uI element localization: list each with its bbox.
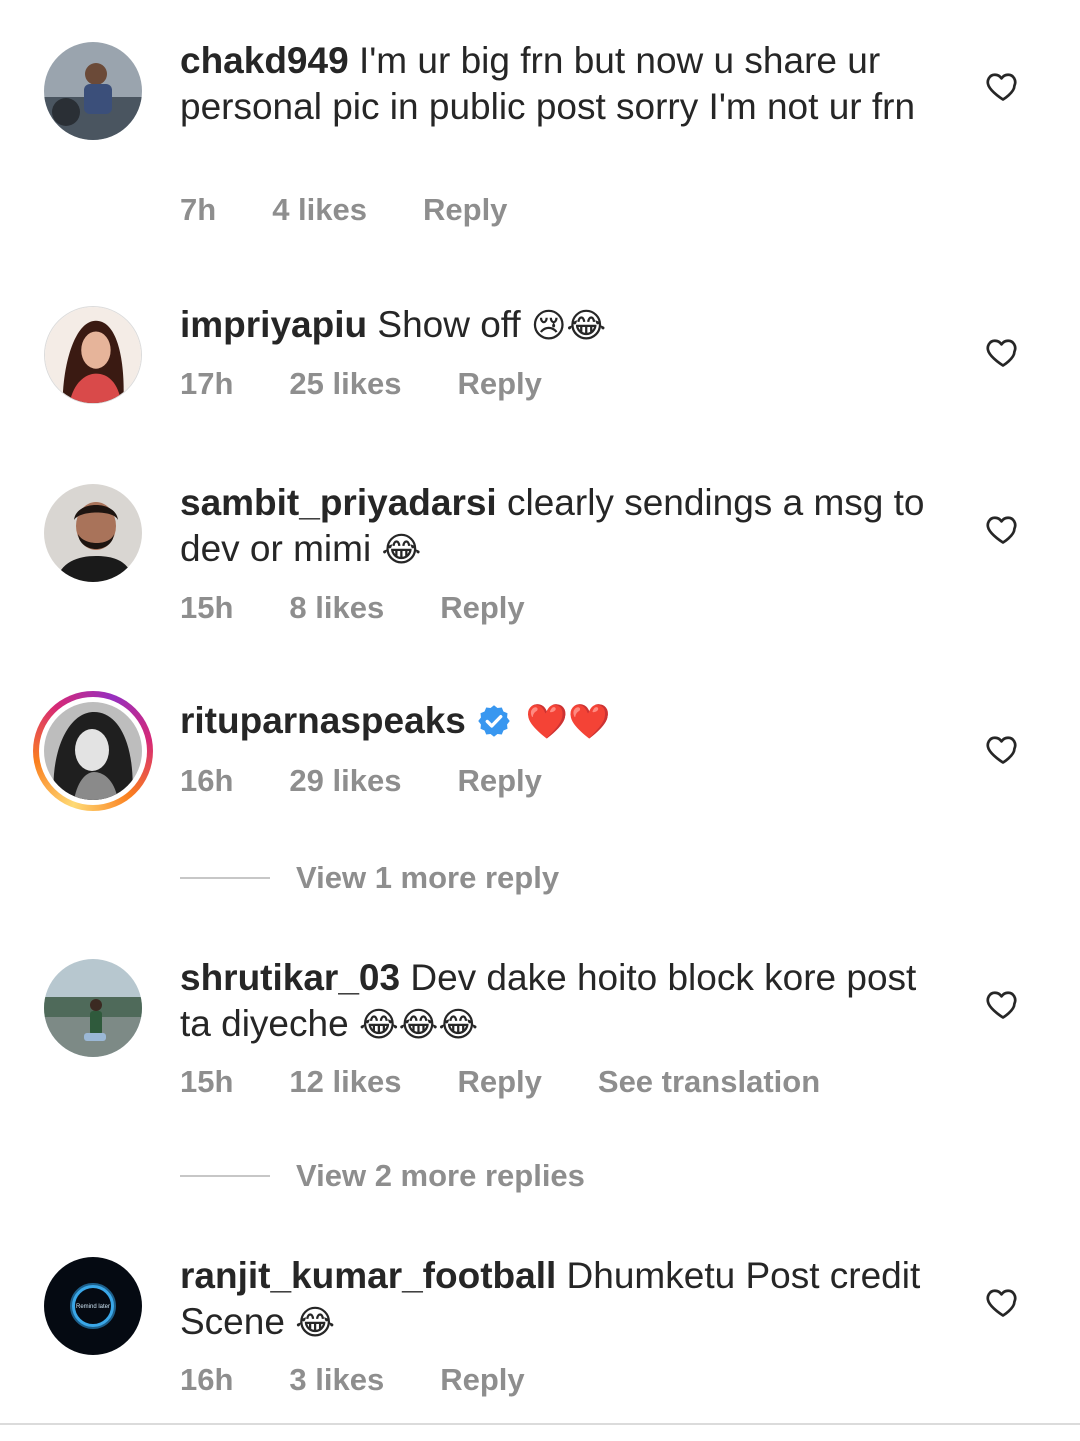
comment-username[interactable]: ranjit_kumar_football [180, 1255, 556, 1296]
comment-likes[interactable]: 25 likes [289, 366, 401, 402]
comment-time: 16h [180, 763, 234, 798]
comment-time: 16h [180, 1362, 234, 1397]
reply-button[interactable]: Reply [457, 763, 541, 799]
heart-outline-icon[interactable] [985, 334, 1021, 370]
avatar[interactable] [44, 42, 142, 140]
comment-time: 17h [180, 366, 234, 401]
view-more-label: View 1 more reply [296, 860, 560, 895]
reply-button[interactable]: Reply [457, 1064, 541, 1100]
comment-text: shrutikar_03 Dev dake hoito block kore p… [180, 955, 950, 1048]
view-more-label: View 2 more replies [296, 1158, 585, 1193]
comment-meta: 16h 29 likes Reply [180, 763, 598, 799]
comment-likes[interactable]: 12 likes [289, 1064, 401, 1100]
avatar-photo [44, 484, 142, 582]
avatar-photo [44, 42, 142, 140]
avatar[interactable] [44, 306, 142, 404]
comment-meta: 16h 3 likes Reply [180, 1362, 581, 1398]
emoji: ❤️❤️ [525, 702, 611, 742]
avatar-photo [44, 702, 142, 800]
comment-username[interactable]: shrutikar_03 [180, 957, 400, 998]
reply-button[interactable]: Reply [457, 366, 541, 402]
comment-likes[interactable]: 4 likes [272, 192, 367, 228]
avatar-photo: Remind later [44, 1257, 142, 1355]
comment-username[interactable]: rituparnaspeaks [180, 700, 466, 741]
avatar-caption: Remind later [76, 1304, 110, 1310]
heart-outline-icon[interactable] [985, 68, 1021, 104]
comment-likes[interactable]: 29 likes [289, 763, 401, 799]
comment-username[interactable]: impriyapiu [180, 304, 367, 345]
avatar-story-ring[interactable] [33, 691, 153, 811]
comment-meta: 15h 12 likes Reply See translation [180, 1064, 876, 1100]
heart-outline-icon[interactable] [985, 1284, 1021, 1320]
see-translation-button[interactable]: See translation [598, 1064, 820, 1100]
comment-text: ranjit_kumar_football Dhumketu Post cred… [180, 1253, 950, 1346]
view-more-replies-button[interactable]: View 1 more reply [180, 858, 559, 898]
emoji: 😢😂 [530, 306, 607, 346]
verified-badge-icon [478, 705, 510, 737]
view-more-replies-button[interactable]: View 2 more replies [180, 1156, 585, 1196]
heart-outline-icon[interactable] [985, 731, 1021, 767]
avatar[interactable]: Remind later [44, 1257, 142, 1355]
comment-time: 15h [180, 590, 234, 625]
divider [0, 1423, 1080, 1425]
heart-outline-icon[interactable] [985, 986, 1021, 1022]
comment-body: Show off [377, 304, 521, 345]
comment-username[interactable]: sambit_priyadarsi [180, 482, 497, 523]
view-more-divider [180, 1175, 270, 1177]
reply-button[interactable]: Reply [440, 1362, 524, 1398]
comment-meta: 15h 8 likes Reply [180, 590, 581, 626]
comment-text: sambit_priyadarsi clearly sendings a msg… [180, 480, 950, 573]
avatar-photo [45, 307, 141, 403]
avatar-photo [44, 959, 142, 1057]
comment-likes[interactable]: 3 likes [289, 1362, 384, 1398]
comment-likes[interactable]: 8 likes [289, 590, 384, 626]
emoji: 😂😂😂 [358, 1005, 479, 1045]
comment-text: rituparnaspeaks ❤️❤️ [180, 698, 950, 745]
reply-button[interactable]: Reply [423, 192, 507, 228]
comment-text: chakd949 I'm ur big frn but now u share … [180, 38, 950, 130]
comment-text: impriyapiu Show off 😢😂 [180, 302, 950, 349]
comment-meta: 17h 25 likes Reply [180, 366, 598, 402]
heart-outline-icon[interactable] [985, 511, 1021, 547]
comment-meta: 7h 4 likes Reply [180, 192, 563, 228]
view-more-divider [180, 877, 270, 879]
reply-button[interactable]: Reply [440, 590, 524, 626]
avatar[interactable] [44, 484, 142, 582]
emoji: 😂 [381, 530, 422, 570]
avatar [39, 697, 147, 805]
avatar[interactable] [44, 959, 142, 1057]
emoji: 😂 [295, 1303, 335, 1343]
comment-time: 7h [180, 192, 217, 227]
comment-time: 15h [180, 1064, 234, 1099]
comment-username[interactable]: chakd949 [180, 40, 349, 81]
